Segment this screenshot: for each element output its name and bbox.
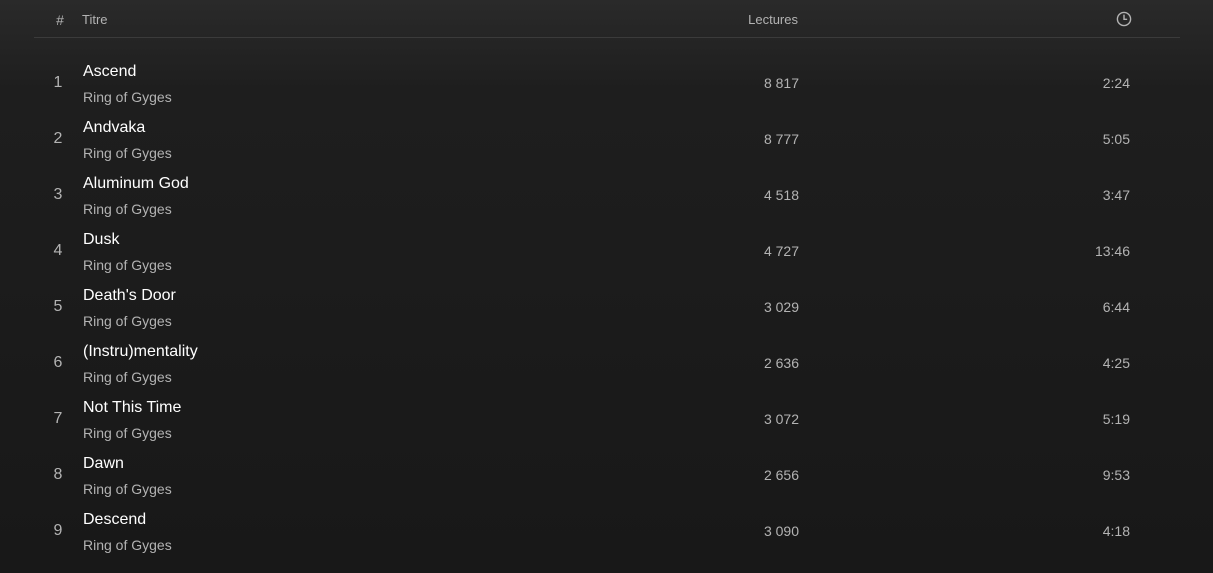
track-plays: 2 636 — [763, 355, 799, 371]
track-artist[interactable]: Ring of Gyges — [83, 537, 172, 553]
track-plays: 3 029 — [763, 299, 799, 315]
track-duration: 9:53 — [1102, 467, 1130, 483]
track-duration: 5:05 — [1102, 131, 1130, 147]
track-title[interactable]: Andvaka — [83, 119, 145, 137]
track-duration: 6:44 — [1102, 299, 1130, 315]
track-title[interactable]: Ascend — [83, 63, 136, 81]
track-title[interactable]: Dusk — [83, 231, 119, 249]
track-artist[interactable]: Ring of Gyges — [83, 313, 172, 329]
track-duration: 4:18 — [1102, 523, 1130, 539]
track-duration: 5:19 — [1102, 411, 1130, 427]
track-plays: 8 777 — [763, 131, 799, 147]
track-row[interactable]: 1 Ascend Ring of Gyges 8 817 2:24 — [34, 55, 1180, 111]
clock-icon — [1116, 11, 1132, 27]
track-duration: 4:25 — [1102, 355, 1130, 371]
track-row[interactable]: 7 Not This Time Ring of Gyges 3 072 5:19 — [34, 391, 1180, 447]
track-artist[interactable]: Ring of Gyges — [83, 145, 172, 161]
track-row[interactable]: 4 Dusk Ring of Gyges 4 727 13:46 — [34, 223, 1180, 279]
track-artist[interactable]: Ring of Gyges — [83, 481, 172, 497]
track-number: 7 — [53, 410, 63, 427]
track-number: 6 — [53, 354, 63, 371]
track-title[interactable]: Not This Time — [83, 399, 181, 417]
track-number: 5 — [53, 298, 63, 315]
track-rows: 1 Ascend Ring of Gyges 8 817 2:24 2 Andv… — [34, 55, 1180, 559]
track-number: 2 — [53, 130, 63, 147]
track-plays: 2 656 — [763, 467, 799, 483]
track-title[interactable]: (Instru)mentality — [83, 343, 198, 361]
track-duration: 13:46 — [1094, 243, 1130, 259]
track-plays: 3 090 — [763, 523, 799, 539]
track-artist[interactable]: Ring of Gyges — [83, 257, 172, 273]
track-number: 4 — [53, 242, 63, 259]
column-header-number: # — [56, 12, 64, 28]
track-duration: 2:24 — [1102, 75, 1130, 91]
track-title[interactable]: Aluminum God — [83, 175, 189, 193]
track-title[interactable]: Dawn — [83, 455, 124, 473]
track-duration: 3:47 — [1102, 187, 1130, 203]
track-row[interactable]: 6 (Instru)mentality Ring of Gyges 2 636 … — [34, 335, 1180, 391]
track-number: 8 — [53, 466, 63, 483]
track-plays: 4 727 — [763, 243, 799, 259]
column-header-plays: Lectures — [748, 12, 798, 27]
track-artist[interactable]: Ring of Gyges — [83, 89, 172, 105]
track-number: 9 — [53, 522, 63, 539]
track-artist[interactable]: Ring of Gyges — [83, 369, 172, 385]
track-row[interactable]: 2 Andvaka Ring of Gyges 8 777 5:05 — [34, 111, 1180, 167]
tracklist-header: # Titre Lectures — [34, 0, 1180, 38]
track-artist[interactable]: Ring of Gyges — [83, 425, 172, 441]
track-plays: 3 072 — [763, 411, 799, 427]
tracklist: # Titre Lectures 1 Ascend Ring of Gyges … — [34, 0, 1180, 573]
column-header-title: Titre — [82, 12, 108, 27]
track-number: 1 — [53, 74, 63, 91]
track-row[interactable]: 9 Descend Ring of Gyges 3 090 4:18 — [34, 503, 1180, 559]
track-row[interactable]: 3 Aluminum God Ring of Gyges 4 518 3:47 — [34, 167, 1180, 223]
track-row[interactable]: 5 Death's Door Ring of Gyges 3 029 6:44 — [34, 279, 1180, 335]
track-number: 3 — [53, 186, 63, 203]
track-title[interactable]: Death's Door — [83, 287, 176, 305]
track-plays: 8 817 — [763, 75, 799, 91]
track-artist[interactable]: Ring of Gyges — [83, 201, 172, 217]
track-title[interactable]: Descend — [83, 511, 146, 529]
track-row[interactable]: 8 Dawn Ring of Gyges 2 656 9:53 — [34, 447, 1180, 503]
track-plays: 4 518 — [763, 187, 799, 203]
